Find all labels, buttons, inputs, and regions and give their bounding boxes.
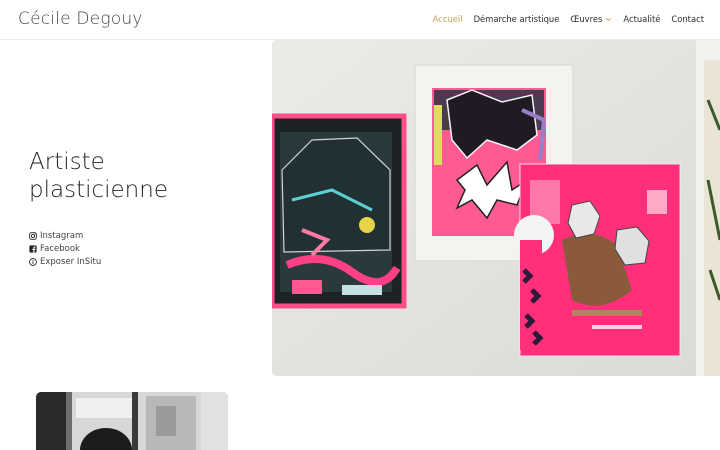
instagram-icon [29,231,37,240]
painting-dark [272,113,407,309]
nav-item-oeuvres-label: Œuvres [570,14,603,24]
painting-pink [514,163,681,357]
artist-photo-image [36,392,228,450]
site-header: Cécile Degouy Accueil Démarche artistiqu… [0,0,720,40]
nav-item-actualite[interactable]: Actualité [623,14,660,24]
social-label-exposer-insitu: Exposer InSitu [40,256,102,267]
nav-item-oeuvres[interactable]: Œuvres [570,14,612,24]
facebook-icon [29,244,37,253]
social-link-instagram[interactable]: Instagram [29,229,101,242]
social-label-facebook: Facebook [40,243,80,254]
social-label-instagram: Instagram [40,230,84,241]
info-icon [29,257,37,266]
nav-item-accueil[interactable]: Accueil [433,14,463,24]
hero-artwork-image [272,40,720,376]
nav-item-contact[interactable]: Contact [671,14,704,24]
hero-title-line2: plasticienne [29,177,168,203]
artwork-photo [272,40,720,376]
social-links: Instagram Facebook Exposer InSitu [29,229,101,268]
hero-title-line1: Artiste [29,149,105,175]
nav-item-demarche[interactable]: Démarche artistique [474,14,560,24]
social-link-exposer-insitu[interactable]: Exposer InSitu [29,255,101,268]
hero-title: Artiste plasticienne [29,148,168,204]
main-nav: Accueil Démarche artistique Œuvres Actua… [433,14,704,24]
site-title-link[interactable]: Cécile Degouy [18,9,143,29]
artist-photo [36,392,228,450]
chevron-down-icon [606,17,612,21]
social-link-facebook[interactable]: Facebook [29,242,101,255]
